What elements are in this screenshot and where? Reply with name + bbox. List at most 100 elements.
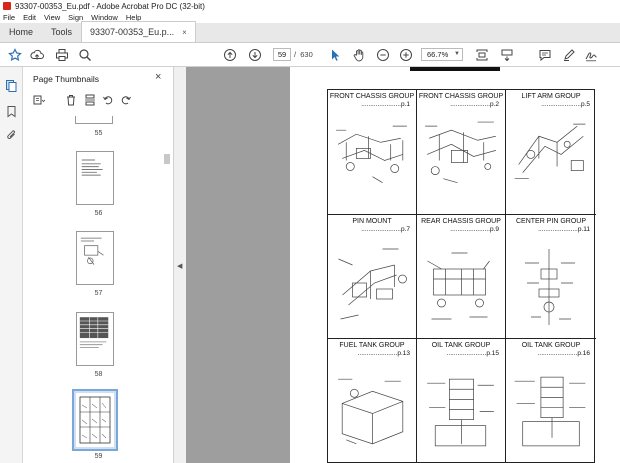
tab-document-label: 93307-00353_Eu.p... (90, 27, 175, 37)
tab-tools-label: Tools (51, 27, 73, 37)
page-down-icon[interactable] (248, 48, 262, 62)
parts-group-cell: PIN MOUNT ......................p.7 (328, 215, 417, 339)
toolbar: 59 / 630 66.7% ▼ (0, 43, 620, 67)
group-title: CENTER PIN GROUP (515, 218, 586, 225)
document-view[interactable]: FRONT CHASSIS GROUP.....................… (186, 67, 620, 463)
fit-page-icon[interactable] (475, 48, 489, 62)
rotate-counterclockwise-icon[interactable] (102, 94, 114, 106)
page-thumbnails-icon[interactable] (5, 79, 18, 92)
menu-view[interactable]: View (44, 13, 60, 22)
page-up-icon[interactable] (223, 48, 237, 62)
page-separator: / (294, 50, 297, 59)
tab-document[interactable]: 93307-00353_Eu.p... × (81, 21, 196, 42)
exploded-parts-drawing (514, 376, 586, 447)
pdf-page: FRONT CHASSIS GROUP.....................… (290, 67, 620, 463)
page-count: / 630 (294, 50, 313, 59)
page-thumbnail-55[interactable] (75, 116, 113, 124)
insert-pages-icon[interactable] (84, 94, 96, 106)
exploded-parts-drawing (427, 378, 494, 447)
tab-close-icon[interactable]: × (182, 28, 187, 37)
thumbnail-label-56: 56 (94, 210, 103, 217)
group-page-ref: ......................p.11 (538, 226, 590, 233)
parts-group-cell: CENTER PIN GROUP ......................p.… (506, 215, 596, 339)
upload-icon[interactable] (30, 48, 44, 62)
group-title: FUEL TANK GROUP (339, 342, 405, 349)
zoom-out-icon[interactable] (376, 48, 390, 62)
thumbnail-label-59: 59 (94, 453, 103, 460)
group-title: OIL TANK GROUP (431, 342, 491, 349)
parts-group-cell: FRONT CHASSIS GROUP.....................… (417, 90, 506, 215)
chevron-down-icon: ▼ (454, 51, 460, 57)
thumbnail-content-59 (76, 393, 114, 447)
exploded-parts-drawing (338, 248, 407, 320)
exploded-parts-drawing (336, 125, 407, 184)
group-title: FRONT CHASSIS GROUP (329, 93, 415, 100)
zoom-search-icon[interactable] (78, 48, 92, 62)
group-page-ref: ......................p.9 (450, 226, 499, 233)
attachment-icon[interactable] (5, 129, 18, 142)
menu-file[interactable]: File (3, 13, 15, 22)
tab-tools[interactable]: Tools (42, 22, 81, 42)
group-page-ref: ......................p.13 (357, 350, 410, 357)
parts-group-cell: FRONT CHASSIS GROUP.....................… (328, 90, 417, 215)
exploded-parts-drawing (525, 249, 575, 325)
panel-title: Page Thumbnails (33, 74, 99, 84)
scroll-mode-icon[interactable] (500, 48, 514, 62)
thumbnail-label-55: 55 (94, 130, 103, 137)
exploded-parts-drawing (338, 378, 404, 445)
page-number-input[interactable]: 59 (273, 48, 291, 61)
thumbnail-options-icon[interactable] (33, 94, 46, 106)
comment-icon[interactable] (538, 48, 552, 62)
group-page-ref: ......................p.2 (450, 101, 499, 108)
print-icon[interactable] (55, 48, 69, 62)
star-icon[interactable] (8, 48, 22, 62)
exploded-parts-drawing (514, 123, 586, 180)
panel-collapse-handle[interactable]: ◀ (174, 67, 186, 463)
group-title: PIN MOUNT (352, 218, 392, 225)
group-page-ref: ......................p.5 (541, 101, 590, 108)
tab-bar: Home Tools 93307-00353_Eu.p... × (0, 21, 620, 43)
tab-home[interactable]: Home (0, 22, 42, 42)
delete-icon[interactable] (65, 94, 77, 106)
parts-group-cell: OIL TANK GROUP ......................p.15 (417, 339, 506, 463)
rotate-clockwise-icon[interactable] (120, 94, 132, 106)
thumbnail-content-58 (79, 317, 109, 348)
group-page-ref: ......................p.16 (537, 350, 590, 357)
tab-home-label: Home (9, 27, 34, 37)
exploded-parts-drawing (425, 121, 496, 184)
group-title: FRONT CHASSIS GROUP (418, 93, 504, 100)
close-icon[interactable]: × (155, 71, 161, 83)
parts-group-cell: OIL TANK GROUP ......................p.16 (506, 339, 596, 463)
thumbnail-content-57 (80, 237, 104, 265)
parts-group-cell: REAR CHASSIS GROUP......................… (417, 215, 506, 339)
sign-icon[interactable] (584, 48, 598, 62)
window-title: 93307-00353_Eu.pdf - Adobe Acrobat Pro D… (15, 1, 205, 11)
menu-edit[interactable]: Edit (23, 13, 36, 22)
total-pages: 630 (300, 50, 313, 59)
thumbnail-label-58: 58 (94, 371, 103, 378)
zoom-level-value: 66.7% (427, 50, 449, 59)
hand-icon[interactable] (352, 48, 366, 62)
page-thumbnail-56[interactable] (76, 151, 114, 205)
page-header-bar (410, 67, 500, 71)
chevron-left-icon: ◀ (177, 263, 183, 270)
parts-index-grid: FRONT CHASSIS GROUP.....................… (327, 89, 596, 463)
bookmark-icon[interactable] (5, 105, 18, 118)
parts-group-cell: LIFT ARM GROUP ......................p.5 (506, 90, 596, 215)
highlight-icon[interactable] (562, 48, 576, 62)
left-navigation-rail (0, 67, 23, 463)
title-bar: 93307-00353_Eu.pdf - Adobe Acrobat Pro D… (0, 0, 620, 12)
thumbnail-scrollbar-thumb[interactable] (164, 154, 170, 164)
page-thumbnail-57[interactable] (76, 231, 114, 285)
page-thumbnail-58[interactable] (76, 312, 114, 366)
group-title: LIFT ARM GROUP (521, 93, 581, 100)
thumbnails-panel: Page Thumbnails × 55 56 57 58 59 (23, 67, 174, 463)
zoom-in-icon[interactable] (399, 48, 413, 62)
zoom-level-select[interactable]: 66.7% ▼ (421, 48, 463, 61)
group-title: OIL TANK GROUP (521, 342, 581, 349)
acrobat-app-icon (3, 2, 11, 10)
page-thumbnail-59[interactable] (72, 389, 118, 451)
group-page-ref: ......................p.1 (361, 101, 410, 108)
select-arrow-icon[interactable] (328, 48, 342, 62)
group-page-ref: ......................p.15 (446, 350, 499, 357)
